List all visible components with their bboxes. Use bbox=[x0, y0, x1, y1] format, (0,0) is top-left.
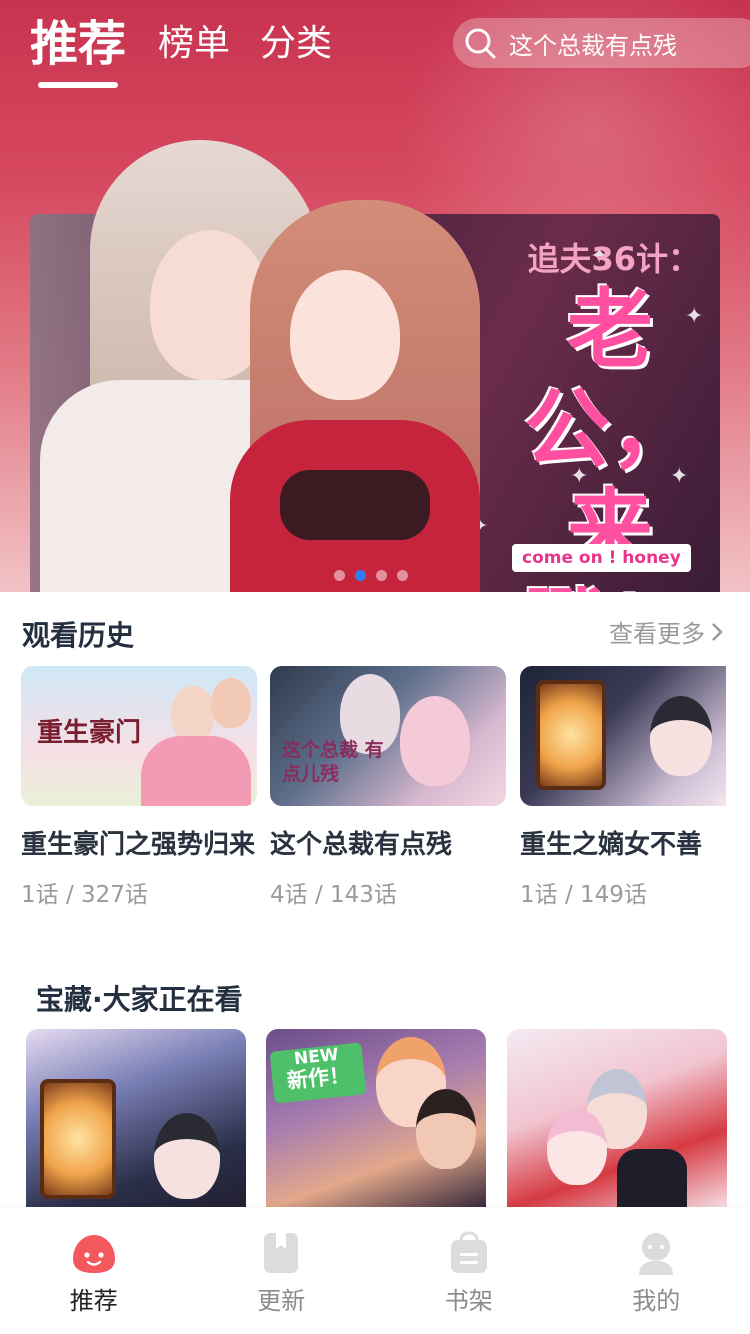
banner-title-line1: 老公， bbox=[524, 279, 696, 480]
cover-title: 重生豪门 bbox=[37, 718, 142, 748]
search-input[interactable]: 这个总裁有点残 bbox=[453, 18, 750, 68]
nav-label: 推荐 bbox=[69, 1287, 118, 1315]
comic-cover bbox=[520, 666, 726, 806]
banner-title-line2: 来戰！ bbox=[524, 479, 696, 593]
tab-category[interactable]: 分类 bbox=[260, 14, 332, 74]
female-character-lace bbox=[280, 470, 430, 540]
hero-header: 推荐 榜单 分类 这个总裁有点残 ✦ ✦ ✦ ✦ ✦ 追夫36计： 老公， 来戰… bbox=[0, 0, 750, 592]
carousel-dot[interactable] bbox=[397, 570, 408, 581]
top-tab-bar: 推荐 榜单 分类 bbox=[30, 14, 362, 74]
cover-title: 这个总裁 有点儿残 bbox=[282, 739, 384, 785]
nav-recommend[interactable]: 推荐 bbox=[0, 1207, 188, 1334]
carousel-dot[interactable] bbox=[334, 570, 345, 581]
chevron-right-icon bbox=[712, 622, 723, 641]
search-placeholder: 这个总裁有点残 bbox=[509, 31, 677, 60]
new-badge: NEW 新作！ bbox=[269, 1042, 367, 1104]
banner-subtitle: 追夫36计： bbox=[527, 240, 700, 278]
nav-label: 书架 bbox=[444, 1287, 493, 1315]
history-section-title: 观看历史 bbox=[22, 619, 135, 652]
lantern-illustration bbox=[40, 1079, 116, 1199]
reading-progress: 1话 / 327话 bbox=[21, 882, 148, 908]
nav-label: 我的 bbox=[632, 1287, 681, 1315]
active-tab-indicator bbox=[38, 82, 118, 88]
lantern-illustration bbox=[536, 680, 606, 790]
comic-card[interactable] bbox=[507, 1029, 727, 1207]
history-item[interactable]: 重生豪门 重生豪门之强势归来 1话 / 327话 bbox=[21, 666, 257, 909]
banner-tag: come on ! honey bbox=[512, 544, 691, 572]
update-bookmark-icon bbox=[264, 1233, 299, 1273]
reading-progress: 4话 / 143话 bbox=[270, 882, 397, 908]
bottom-navigation: 推荐 更新 书架 我的 bbox=[0, 1207, 750, 1334]
comic-card[interactable] bbox=[26, 1029, 246, 1207]
comic-card[interactable]: NEW 新作！ bbox=[266, 1029, 486, 1207]
view-more-link[interactable]: 查看更多 bbox=[609, 614, 725, 649]
profile-user-icon bbox=[639, 1233, 674, 1275]
view-more-label: 查看更多 bbox=[609, 620, 705, 648]
nav-label: 更新 bbox=[257, 1287, 306, 1315]
carousel-dot[interactable] bbox=[376, 570, 387, 581]
history-item[interactable]: 这个总裁 有点儿残 这个总裁有点残 4话 / 143话 bbox=[270, 666, 506, 909]
reading-progress: 1话 / 149话 bbox=[520, 882, 647, 908]
treasure-section-title: 宝藏·大家正在看 bbox=[36, 983, 243, 1016]
history-item[interactable]: 重生之嫡女不善 1话 / 149话 bbox=[520, 666, 726, 909]
female-character-face bbox=[290, 270, 400, 400]
comic-cover: 这个总裁 有点儿残 bbox=[270, 666, 506, 806]
nav-profile[interactable]: 我的 bbox=[563, 1207, 750, 1334]
comic-title: 重生之嫡女不善 bbox=[520, 830, 703, 860]
nav-bookshelf[interactable]: 书架 bbox=[375, 1207, 563, 1334]
comic-title: 这个总裁有点残 bbox=[270, 830, 453, 860]
recommend-face-icon bbox=[72, 1235, 115, 1273]
banner-title: 追夫36计： 老公， 来戰！ bbox=[500, 234, 720, 592]
bookshelf-bag-icon bbox=[450, 1231, 487, 1273]
comic-cover: 重生豪门 bbox=[21, 666, 257, 806]
carousel-dot-active[interactable] bbox=[355, 570, 366, 581]
search-icon bbox=[465, 28, 496, 59]
tab-ranking[interactable]: 榜单 bbox=[158, 14, 230, 74]
carousel-dots bbox=[334, 570, 408, 581]
nav-update[interactable]: 更新 bbox=[188, 1207, 376, 1334]
tab-recommend[interactable]: 推荐 bbox=[30, 14, 126, 74]
comic-title: 重生豪门之强势归来 bbox=[21, 830, 256, 860]
